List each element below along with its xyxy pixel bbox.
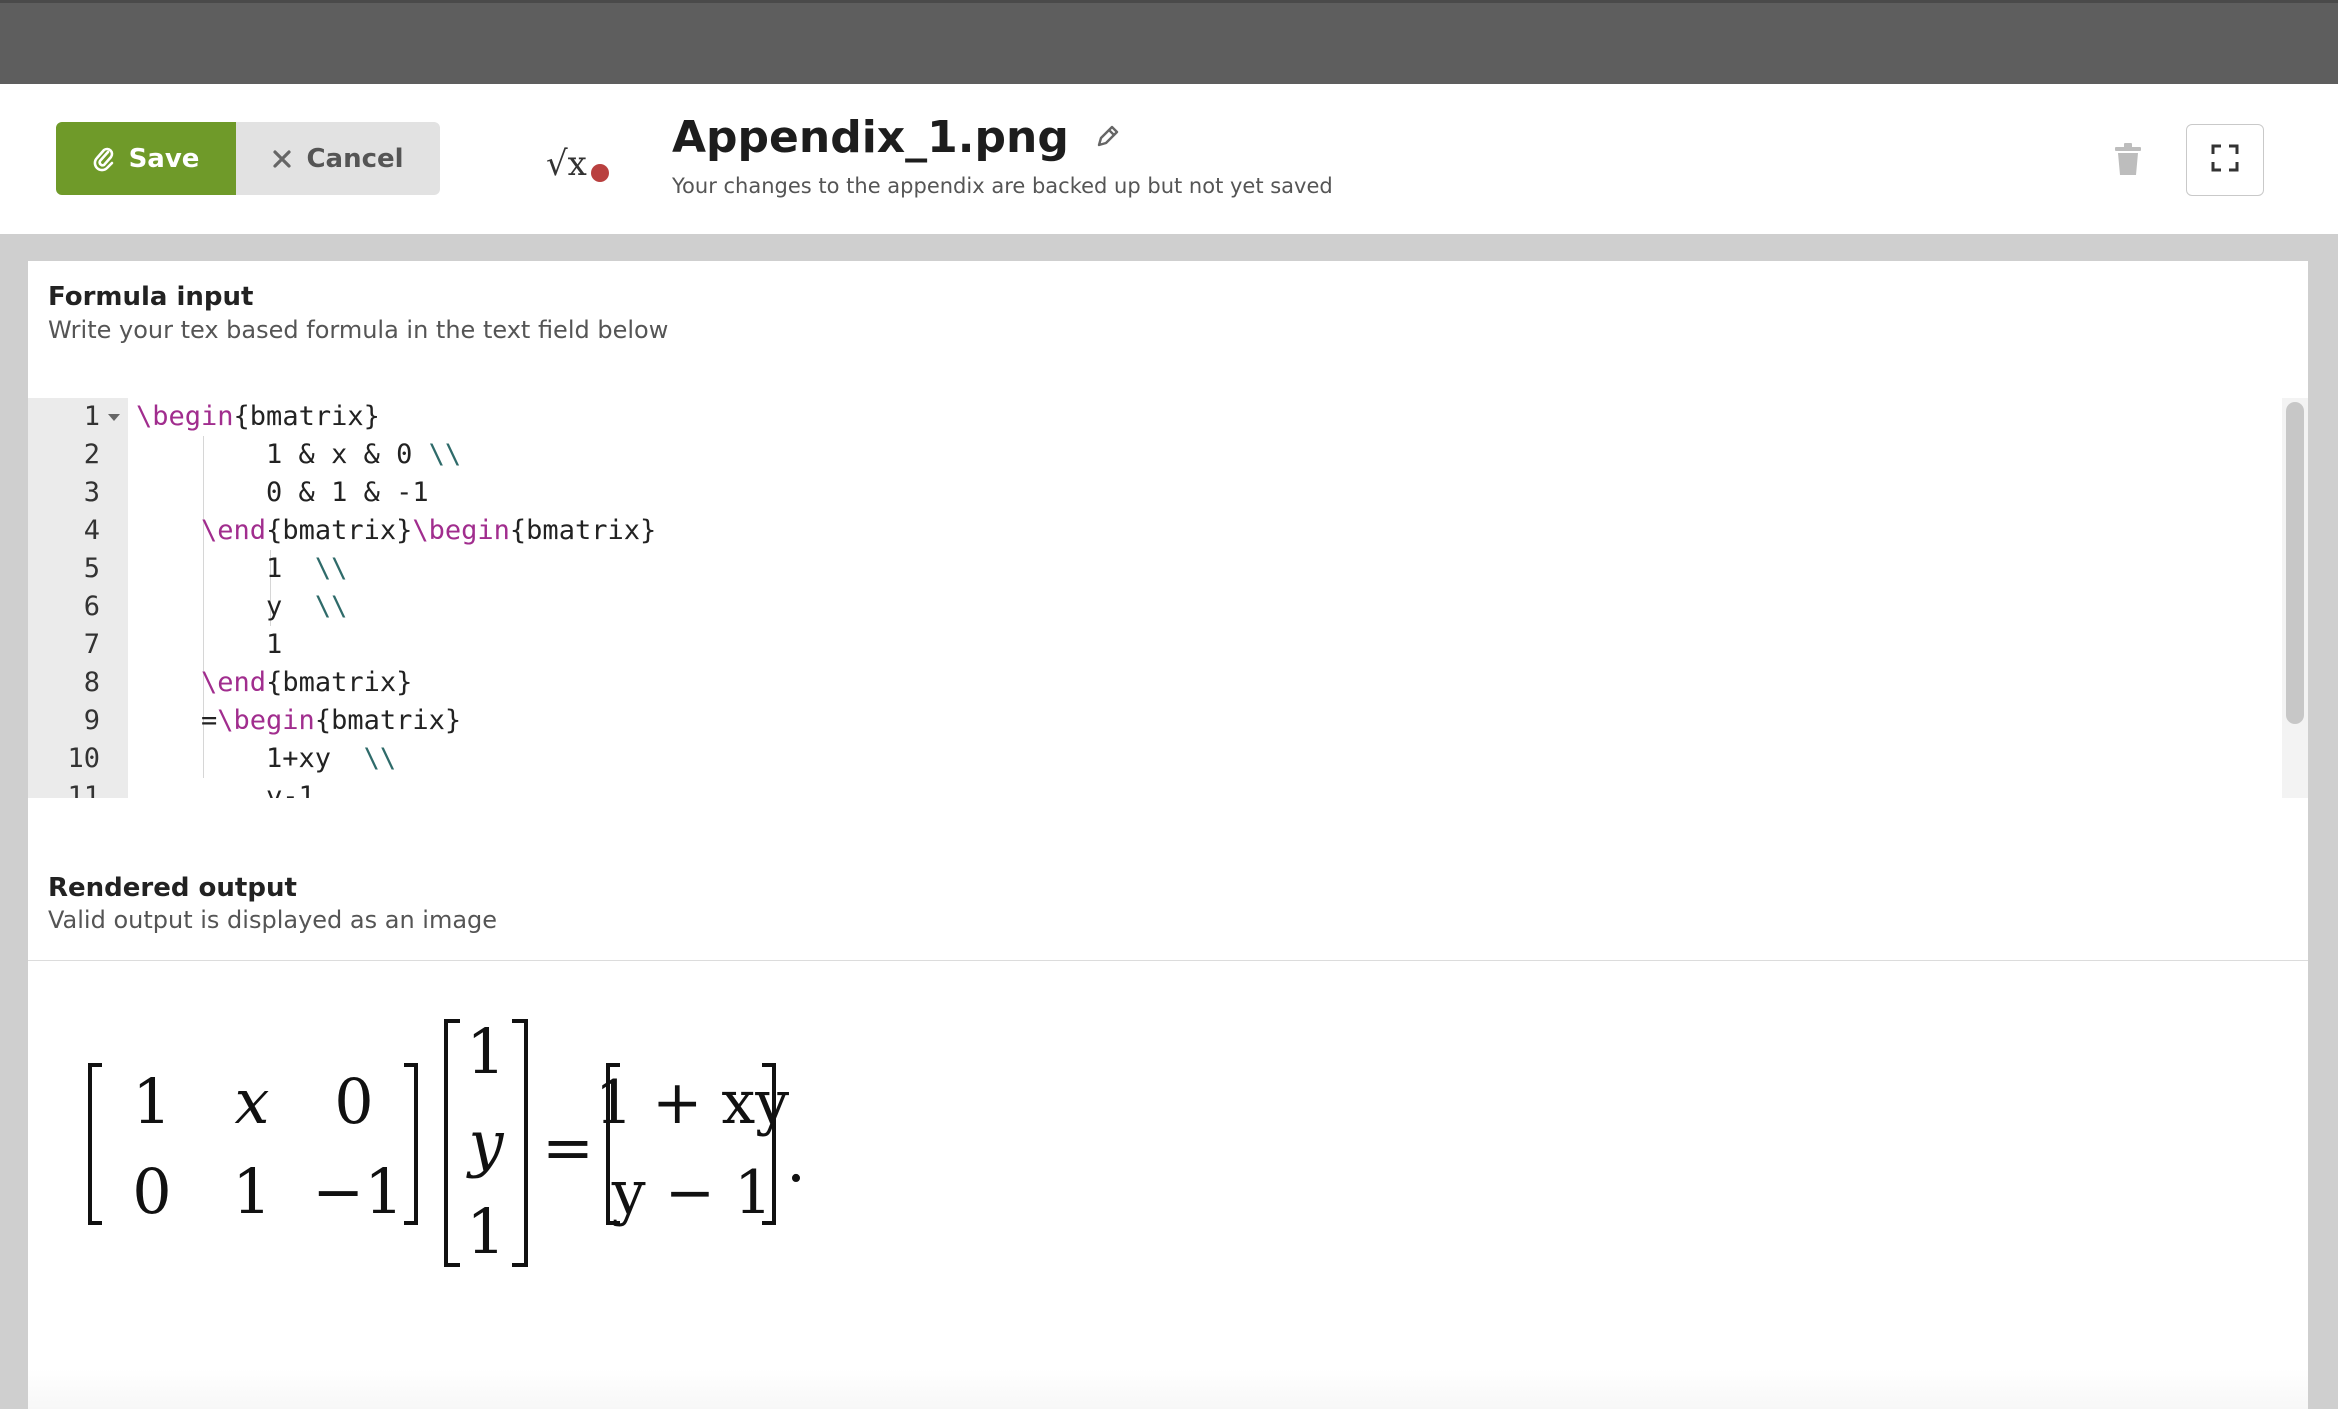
line-number: 6 bbox=[83, 591, 100, 622]
line-number: 2 bbox=[83, 439, 100, 470]
bracket bbox=[444, 1019, 460, 1267]
sqrt-x-icon: √x bbox=[546, 142, 616, 186]
unsaved-indicator-dot bbox=[591, 164, 609, 182]
bracket bbox=[512, 1019, 528, 1267]
save-status-text: Your changes to the appendix are backed … bbox=[672, 174, 1333, 198]
matrix-a-cell: 0 bbox=[132, 1155, 171, 1228]
line-number: 10 bbox=[67, 743, 100, 774]
bracket bbox=[88, 1063, 102, 1225]
save-button-label: Save bbox=[128, 143, 200, 174]
rendered-formula-image: 1 x 0 0 1 −1 1 y 1 = 1 + xy y − 1 . bbox=[68, 981, 1068, 1291]
pencil-icon[interactable] bbox=[1095, 123, 1121, 153]
cancel-button-label: Cancel bbox=[306, 143, 404, 174]
code-line[interactable]: 1 bbox=[136, 626, 282, 664]
formula-panel: Formula input Write your tex based formu… bbox=[28, 261, 2308, 1409]
line-number: 5 bbox=[83, 553, 100, 584]
editor-toolbar: Save Cancel √x Appendix_1.png Your chang… bbox=[0, 84, 2338, 234]
code-line[interactable]: 1+xy \\ bbox=[136, 740, 396, 778]
code-line[interactable]: \end{bmatrix}\begin{bmatrix} bbox=[136, 512, 656, 550]
code-line[interactable]: y \\ bbox=[136, 588, 347, 626]
matrix-a-cell: 1 bbox=[232, 1155, 271, 1228]
app-top-bar bbox=[0, 0, 2338, 84]
matrix-a-cell: 1 bbox=[132, 1065, 171, 1138]
cancel-button[interactable]: Cancel bbox=[236, 122, 440, 195]
formula-input-subtitle: Write your tex based formula in the text… bbox=[48, 316, 669, 344]
code-line[interactable]: \end{bmatrix} bbox=[136, 664, 412, 702]
panel-bottom-fade bbox=[28, 1369, 2308, 1409]
editor-scrollbar[interactable] bbox=[2286, 402, 2304, 724]
action-button-group: Save Cancel bbox=[56, 122, 440, 195]
line-number: 3 bbox=[83, 477, 100, 508]
code-line[interactable]: =\begin{bmatrix} bbox=[136, 702, 461, 740]
vector-b-cell: y bbox=[465, 1107, 504, 1180]
rendered-output-subtitle: Valid output is displayed as an image bbox=[48, 906, 498, 934]
file-title: Appendix_1.png bbox=[672, 112, 1069, 163]
matrix-a-cell: 0 bbox=[334, 1065, 373, 1138]
code-line[interactable]: 0 & 1 & -1 bbox=[136, 474, 429, 512]
matrix-a-cell: x bbox=[235, 1065, 270, 1138]
paperclip-icon bbox=[93, 146, 115, 172]
expand-icon bbox=[2210, 143, 2240, 177]
line-number-gutter: 1 2 3 4 5 6 7 8 9 10 11 bbox=[28, 398, 128, 798]
trailing-period: . bbox=[786, 1123, 806, 1196]
code-editor[interactable]: 1 2 3 4 5 6 7 8 9 10 11 \begin{bmatrix} … bbox=[28, 398, 2308, 798]
line-number: 9 bbox=[83, 705, 100, 736]
file-header: Appendix_1.png Your changes to the appen… bbox=[672, 108, 1333, 198]
line-number: 4 bbox=[83, 515, 100, 546]
vector-b-cell: 1 bbox=[466, 1015, 505, 1088]
code-line[interactable]: y-1 bbox=[136, 778, 315, 798]
close-icon bbox=[272, 149, 292, 169]
vector-b-cell: 1 bbox=[466, 1195, 505, 1268]
section-divider bbox=[28, 960, 2308, 961]
line-number: 11 bbox=[67, 781, 100, 798]
trash-icon[interactable] bbox=[2112, 142, 2144, 178]
save-button[interactable]: Save bbox=[56, 122, 236, 195]
line-number: 1 bbox=[83, 401, 100, 432]
line-number: 7 bbox=[83, 629, 100, 660]
matrix-a-cell: −1 bbox=[312, 1155, 403, 1228]
result-cell: 1 + xy bbox=[595, 1068, 789, 1138]
formula-input-title: Formula input bbox=[48, 282, 254, 312]
line-number: 8 bbox=[83, 667, 100, 698]
fold-arrow-icon[interactable] bbox=[108, 414, 120, 421]
bracket bbox=[404, 1063, 418, 1225]
result-cell: y − 1 bbox=[611, 1158, 773, 1228]
code-line[interactable]: 1 \\ bbox=[136, 550, 347, 588]
equals-sign: = bbox=[542, 1111, 594, 1184]
code-line[interactable]: 1 & x & 0 \\ bbox=[136, 436, 461, 474]
rendered-output-title: Rendered output bbox=[48, 873, 297, 903]
fullscreen-button[interactable] bbox=[2186, 124, 2264, 196]
code-line[interactable]: \begin{bmatrix} bbox=[136, 398, 380, 436]
